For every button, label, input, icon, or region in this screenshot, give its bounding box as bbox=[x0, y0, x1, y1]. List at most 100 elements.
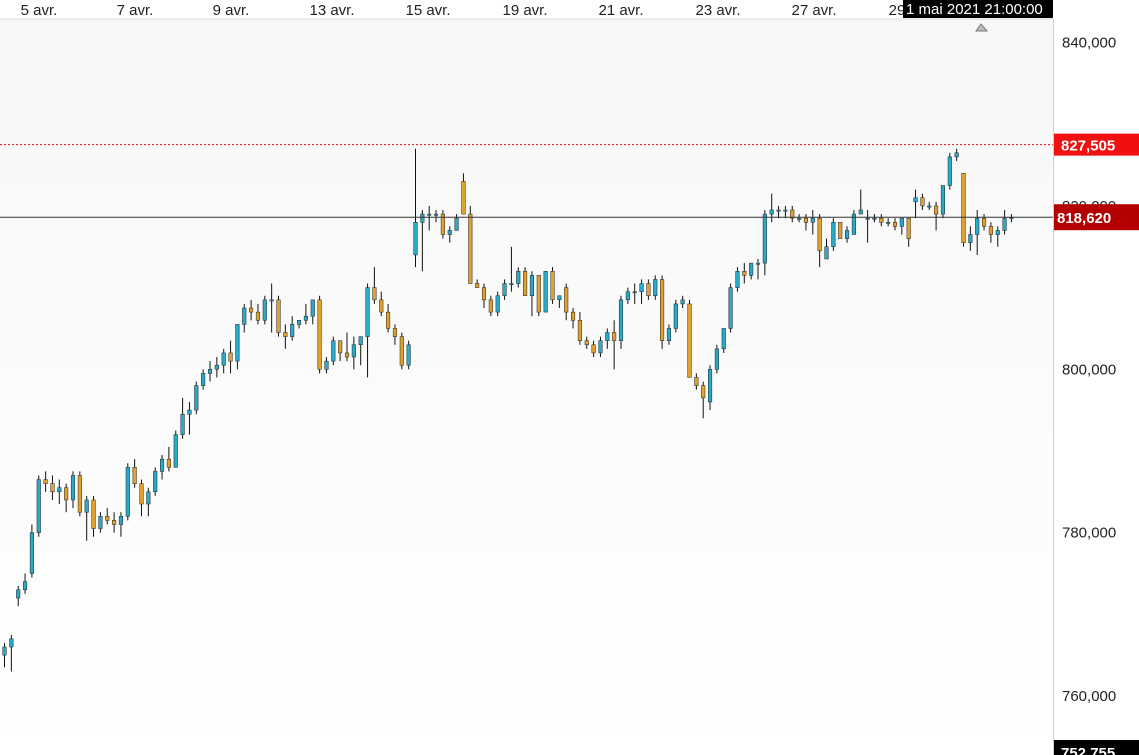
candle-body bbox=[372, 287, 377, 301]
candle-body bbox=[755, 262, 761, 265]
candle-body bbox=[454, 217, 459, 231]
candle-body bbox=[461, 181, 466, 215]
candle-body bbox=[988, 226, 993, 235]
candle-body bbox=[838, 222, 843, 239]
candle-body bbox=[502, 283, 507, 297]
candle[interactable] bbox=[618, 295, 624, 349]
x-tick-label: 7 avr. bbox=[117, 2, 154, 19]
candle[interactable] bbox=[961, 172, 966, 247]
candle[interactable] bbox=[660, 275, 665, 349]
candle-body bbox=[872, 217, 877, 220]
candle[interactable] bbox=[536, 275, 541, 317]
candle-body bbox=[920, 197, 925, 207]
last-price-label: 818,620 bbox=[1057, 210, 1111, 227]
x-tick-label: 13 avr. bbox=[309, 2, 354, 19]
x-tick-label: 9 avr. bbox=[213, 2, 250, 19]
candle-body bbox=[571, 311, 576, 321]
candle-body bbox=[9, 638, 14, 648]
time-cursor: 1 mai 2021 21:00:00 bbox=[903, 0, 1053, 18]
candle-body bbox=[317, 299, 322, 370]
candle-body bbox=[64, 487, 69, 501]
candle[interactable] bbox=[673, 299, 678, 333]
candle-body bbox=[338, 340, 343, 354]
candle-body bbox=[207, 369, 213, 374]
candle[interactable] bbox=[838, 222, 843, 239]
candle-body bbox=[290, 324, 295, 337]
candle-body bbox=[57, 487, 62, 493]
candle-body bbox=[776, 209, 781, 212]
candle-body bbox=[112, 520, 117, 525]
candle-body bbox=[365, 287, 370, 337]
candle-body bbox=[536, 275, 541, 313]
candle[interactable] bbox=[940, 185, 946, 219]
candle-body bbox=[221, 352, 226, 366]
candle-body bbox=[899, 217, 904, 227]
candle-body bbox=[523, 271, 528, 297]
candle[interactable] bbox=[331, 336, 336, 366]
candle-body bbox=[817, 217, 822, 252]
candle-body bbox=[598, 340, 603, 354]
candle-body bbox=[386, 311, 391, 329]
candle[interactable] bbox=[728, 283, 733, 333]
candle-body bbox=[23, 581, 28, 591]
x-tick-label: 21 avr. bbox=[598, 2, 643, 19]
candle-body bbox=[639, 283, 644, 292]
candle[interactable] bbox=[276, 295, 281, 337]
candle[interactable] bbox=[262, 295, 267, 325]
candle-body bbox=[927, 205, 932, 208]
candle-body bbox=[43, 479, 48, 484]
candle-body bbox=[509, 283, 514, 285]
candle[interactable] bbox=[36, 475, 41, 537]
candle[interactable] bbox=[831, 218, 836, 251]
candle-body bbox=[331, 340, 336, 362]
cursor-time-label: 1 mai 2021 21:00:00 bbox=[906, 1, 1043, 18]
candle-body bbox=[783, 209, 788, 212]
x-tick-label: 15 avr. bbox=[405, 2, 450, 19]
candle-body bbox=[262, 299, 267, 321]
candle[interactable] bbox=[440, 210, 445, 239]
candle-body bbox=[728, 287, 733, 329]
candle-body bbox=[892, 222, 898, 227]
candle-body bbox=[392, 328, 397, 337]
candle[interactable] bbox=[317, 295, 322, 374]
candle-body bbox=[36, 479, 41, 533]
candle-body bbox=[721, 328, 726, 350]
candle[interactable] bbox=[153, 467, 158, 496]
plot-area[interactable] bbox=[0, 19, 1053, 755]
candle[interactable] bbox=[125, 463, 130, 521]
candle[interactable] bbox=[399, 332, 404, 370]
candle[interactable] bbox=[29, 524, 34, 578]
candle-body bbox=[906, 217, 911, 239]
candle-body bbox=[180, 413, 185, 435]
candle-body bbox=[708, 369, 713, 403]
candle-body bbox=[249, 307, 254, 313]
candle-body bbox=[358, 336, 363, 346]
candle[interactable] bbox=[543, 271, 548, 313]
candle[interactable] bbox=[550, 267, 555, 304]
candle-body bbox=[228, 352, 233, 362]
candle[interactable] bbox=[947, 152, 952, 190]
candle-body bbox=[427, 213, 432, 216]
candle[interactable] bbox=[523, 267, 528, 297]
candle-body bbox=[242, 307, 247, 325]
candle-body bbox=[495, 295, 500, 313]
candle-body bbox=[475, 283, 480, 288]
candle-body bbox=[865, 217, 870, 220]
candle[interactable] bbox=[406, 340, 411, 370]
x-tick-label: 27 avr. bbox=[791, 2, 836, 19]
candle-body bbox=[543, 271, 548, 313]
candle-body bbox=[529, 275, 535, 297]
candle[interactable] bbox=[173, 430, 178, 468]
candle[interactable] bbox=[194, 381, 199, 415]
candle-body bbox=[797, 217, 802, 220]
candle-body bbox=[940, 185, 946, 215]
candle-body bbox=[742, 271, 747, 276]
candlestick-chart: 5 avr. 7 avr. 9 avr. 13 avr. 15 avr. 19 avr. 2… bbox=[0, 0, 1139, 755]
candle-body bbox=[714, 348, 719, 370]
candle[interactable] bbox=[687, 299, 692, 378]
candle-body bbox=[214, 364, 219, 370]
candle-body bbox=[413, 222, 418, 256]
candle-body bbox=[303, 315, 308, 321]
candle[interactable] bbox=[714, 344, 719, 374]
candle[interactable] bbox=[77, 471, 82, 517]
